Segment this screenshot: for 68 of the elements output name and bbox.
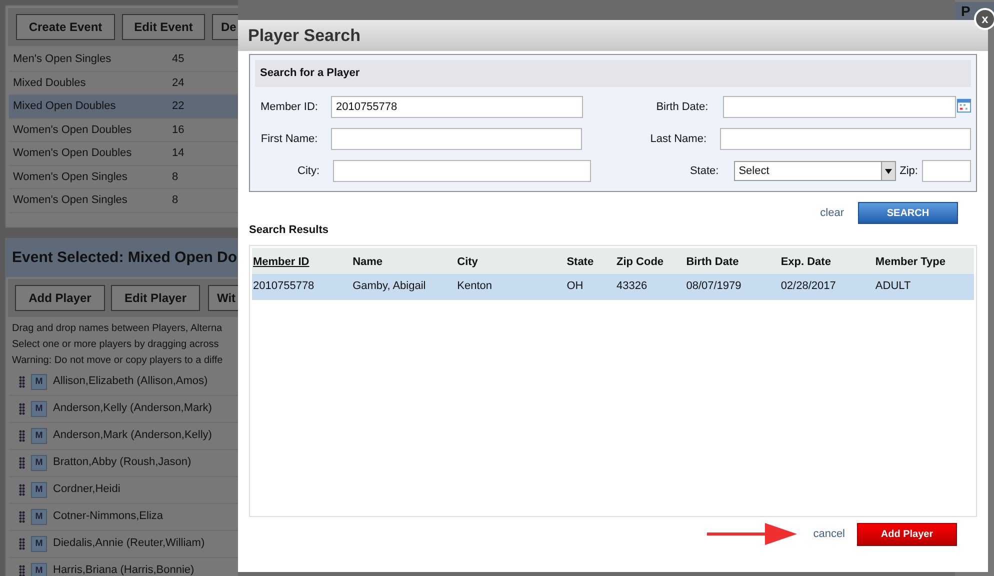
- toolbar-button[interactable]: De: [212, 14, 238, 40]
- toolbar-button[interactable]: Wit: [208, 284, 238, 310]
- player-name[interactable]: Diedalis,Annie (Reuter,William): [53, 535, 205, 552]
- member-badge: M: [31, 562, 47, 576]
- player-name[interactable]: Cotner-Nimmons,Eliza: [53, 508, 164, 525]
- cancel-link[interactable]: cancel: [813, 526, 845, 542]
- field-label: First Name:: [260, 132, 318, 147]
- dialog-title: Player Search: [248, 24, 360, 47]
- member-badge: M: [31, 374, 47, 390]
- drag-handle-icon[interactable]: [19, 484, 25, 496]
- member-badge: M: [31, 536, 47, 552]
- field-label: Last Name:: [649, 132, 706, 147]
- drag-handle-icon[interactable]: [19, 510, 25, 522]
- field-label: City:: [296, 164, 320, 179]
- panel-header: Event Selected: Mixed Open Do: [12, 248, 238, 266]
- toolbar-button[interactable]: Edit Event: [122, 14, 205, 40]
- caret-icon[interactable]: [884, 168, 892, 174]
- instruction-text: Drag and drop names between Players, Alterna: [12, 322, 222, 336]
- toolbar-button[interactable]: Add Player: [15, 284, 105, 310]
- member-badge: M: [31, 400, 47, 416]
- drag-handle-icon[interactable]: [19, 402, 25, 414]
- result-row[interactable]: 2010755778 Gamby, Abigail Kenton OH 43326 08/07/1979 02/28/2017 ADULT: [252, 274, 974, 300]
- clear-link[interactable]: clear: [820, 204, 844, 222]
- column-header[interactable]: Name: [352, 256, 383, 268]
- add-player-button[interactable]: Add Player: [857, 522, 957, 546]
- input-field[interactable]: 2010755778: [330, 96, 584, 118]
- input-field[interactable]: [720, 128, 972, 150]
- column-header[interactable]: Member Type: [875, 256, 946, 268]
- player-name[interactable]: Anderson,Mark (Anderson,Kelly): [53, 427, 212, 444]
- panel-title: Search for a Player: [260, 66, 360, 82]
- search-button[interactable]: SEARCH: [858, 202, 958, 224]
- panel-header: P: [961, 3, 970, 19]
- drag-handle-icon[interactable]: [19, 456, 25, 468]
- toolbar-button[interactable]: Create Event: [16, 14, 115, 40]
- date-field[interactable]: [723, 96, 956, 118]
- field-label: State:: [688, 164, 719, 179]
- column-header[interactable]: Birth Date: [686, 256, 739, 268]
- column-header[interactable]: Member ID: [253, 256, 310, 268]
- column-header[interactable]: Zip Code: [616, 256, 664, 268]
- drag-handle-icon[interactable]: [19, 430, 25, 442]
- field-label: Birth Date:: [655, 100, 708, 115]
- field-label: Zip:: [900, 164, 918, 179]
- player-name[interactable]: Harris,Briana (Harris,Bonnie): [53, 562, 194, 576]
- column-header[interactable]: Exp. Date: [780, 256, 831, 268]
- state-select[interactable]: Select: [734, 161, 896, 181]
- column-header[interactable]: State: [566, 256, 594, 268]
- calendar-icon[interactable]: [956, 97, 971, 113]
- member-badge: M: [31, 428, 47, 444]
- drag-handle-icon[interactable]: [19, 376, 25, 388]
- player-name[interactable]: Cordner,Heidi: [53, 481, 120, 498]
- member-badge: M: [31, 508, 47, 524]
- field-label: Member ID:: [260, 100, 318, 115]
- zip-field[interactable]: [922, 160, 971, 182]
- section-title: Search Results: [249, 223, 328, 238]
- event-row[interactable]: Mixed Open Doubles 22: [9, 95, 238, 118]
- instruction-text: Select one or more players by dragging across: [12, 338, 219, 352]
- member-badge: M: [31, 454, 47, 470]
- input-field[interactable]: [332, 160, 592, 182]
- player-name[interactable]: Bratton,Abby (Roush,Jason): [53, 454, 192, 471]
- drag-handle-icon[interactable]: [19, 538, 25, 550]
- member-badge: M: [31, 482, 47, 498]
- player-name[interactable]: Anderson,Kelly (Anderson,Mark): [53, 400, 212, 417]
- player-name[interactable]: Allison,Elizabeth (Allison,Amos): [53, 373, 208, 390]
- column-header[interactable]: City: [457, 256, 478, 268]
- toolbar-button[interactable]: Edit Player: [111, 284, 200, 310]
- drag-handle-icon[interactable]: [19, 564, 25, 576]
- input-field[interactable]: [330, 128, 582, 150]
- instruction-text: Warning: Do not move or copy players to a diffe: [12, 354, 223, 368]
